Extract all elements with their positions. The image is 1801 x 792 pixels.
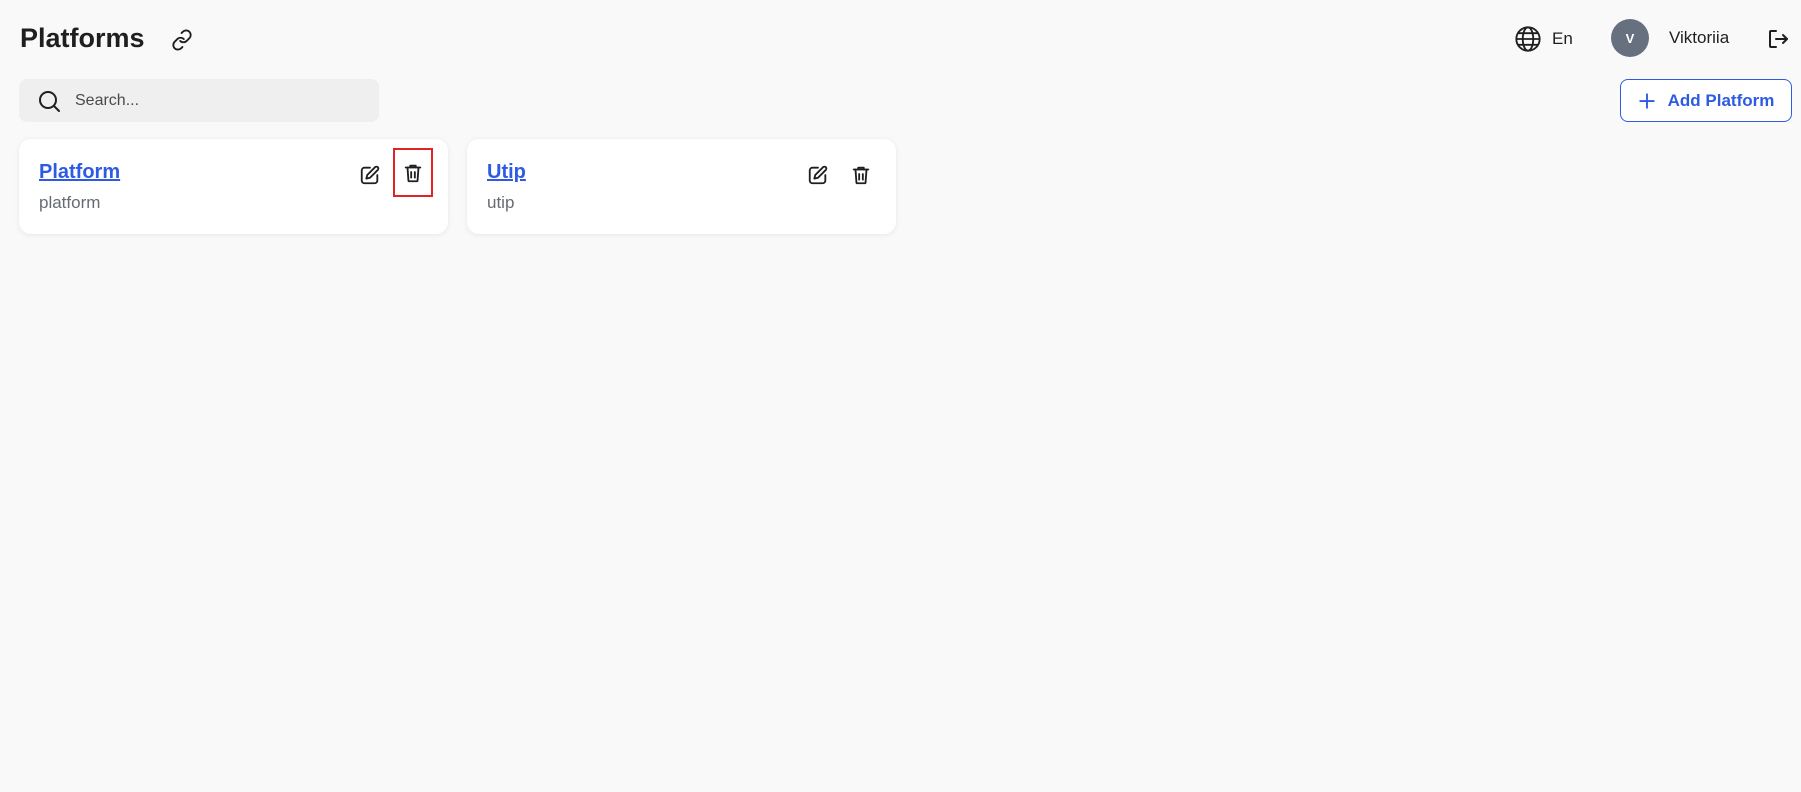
platform-card: Platform platform (19, 139, 448, 234)
logout-button[interactable] (1764, 25, 1792, 53)
delete-button[interactable] (393, 148, 433, 197)
logout-icon (1769, 30, 1788, 48)
search-input[interactable] (73, 90, 353, 111)
language-label: En (1552, 29, 1573, 48)
top-bar: Platforms En V Viktoriia (0, 0, 1801, 76)
search-box[interactable] (19, 79, 379, 122)
globe-icon (1515, 26, 1541, 52)
language-switcher[interactable]: En (1514, 24, 1573, 54)
edit-button[interactable] (350, 155, 390, 195)
search-icon (39, 90, 60, 112)
plus-icon (1638, 92, 1655, 109)
platform-card-title[interactable]: Platform (39, 159, 120, 185)
edit-button[interactable] (798, 155, 838, 195)
edit-icon (360, 165, 380, 185)
platform-card-title[interactable]: Utip (487, 159, 526, 185)
link-button[interactable] (168, 26, 196, 54)
edit-icon (808, 165, 828, 185)
platform-card-subtitle: utip (487, 193, 515, 212)
avatar: V (1611, 19, 1649, 57)
user-menu[interactable]: V Viktoriia (1611, 19, 1729, 57)
trash-icon (404, 164, 422, 182)
delete-button[interactable] (841, 155, 881, 195)
link-icon (172, 29, 192, 51)
add-platform-label: Add Platform (1667, 90, 1775, 110)
platform-card: Utip utip (467, 139, 896, 234)
trash-icon (852, 166, 870, 185)
add-platform-button[interactable]: Add Platform (1620, 79, 1792, 122)
user-name: Viktoriia (1669, 28, 1730, 47)
platform-card-subtitle: platform (39, 193, 101, 212)
page-title: Platforms (20, 23, 145, 53)
